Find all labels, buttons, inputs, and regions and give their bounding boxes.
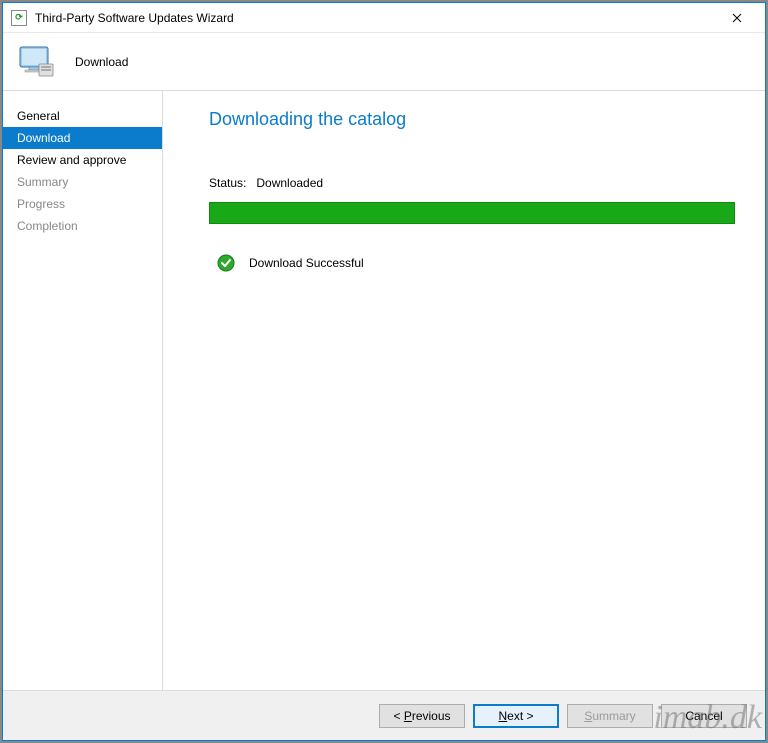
status-label: Status: bbox=[209, 176, 246, 190]
result-row: Download Successful bbox=[209, 254, 735, 272]
wizard-window: ⟳ Third-Party Software Updates Wizard Do… bbox=[2, 2, 766, 741]
previous-button[interactable]: < Previous bbox=[379, 704, 465, 728]
sidebar-item-general[interactable]: General bbox=[3, 105, 162, 127]
close-button[interactable] bbox=[717, 4, 757, 32]
status-row: Status: Downloaded bbox=[209, 176, 735, 190]
window-title: Third-Party Software Updates Wizard bbox=[35, 11, 717, 25]
check-success-icon bbox=[217, 254, 235, 272]
result-text: Download Successful bbox=[249, 256, 364, 270]
wizard-content: Downloading the catalog Status: Download… bbox=[163, 91, 765, 690]
summary-button: Summary bbox=[567, 704, 653, 728]
page-heading: Downloading the catalog bbox=[209, 109, 735, 130]
wizard-body: General Download Review and approve Summ… bbox=[3, 91, 765, 690]
progress-bar bbox=[209, 202, 735, 224]
sidebar-item-download[interactable]: Download bbox=[3, 127, 162, 149]
sidebar-item-completion: Completion bbox=[3, 215, 162, 237]
sidebar-item-review-approve[interactable]: Review and approve bbox=[3, 149, 162, 171]
header-section-label: Download bbox=[75, 55, 128, 69]
wizard-footer: < Previous Next > Summary Cancel bbox=[3, 690, 765, 740]
next-button[interactable]: Next > bbox=[473, 704, 559, 728]
cancel-button[interactable]: Cancel bbox=[661, 704, 747, 728]
sidebar-item-progress: Progress bbox=[3, 193, 162, 215]
close-icon bbox=[732, 13, 742, 23]
wizard-sidebar: General Download Review and approve Summ… bbox=[3, 91, 163, 690]
sidebar-item-summary: Summary bbox=[3, 171, 162, 193]
app-icon: ⟳ bbox=[11, 10, 27, 26]
wizard-header: Download bbox=[3, 33, 765, 91]
status-value: Downloaded bbox=[256, 176, 323, 190]
monitor-icon bbox=[17, 42, 57, 82]
titlebar: ⟳ Third-Party Software Updates Wizard bbox=[3, 3, 765, 33]
